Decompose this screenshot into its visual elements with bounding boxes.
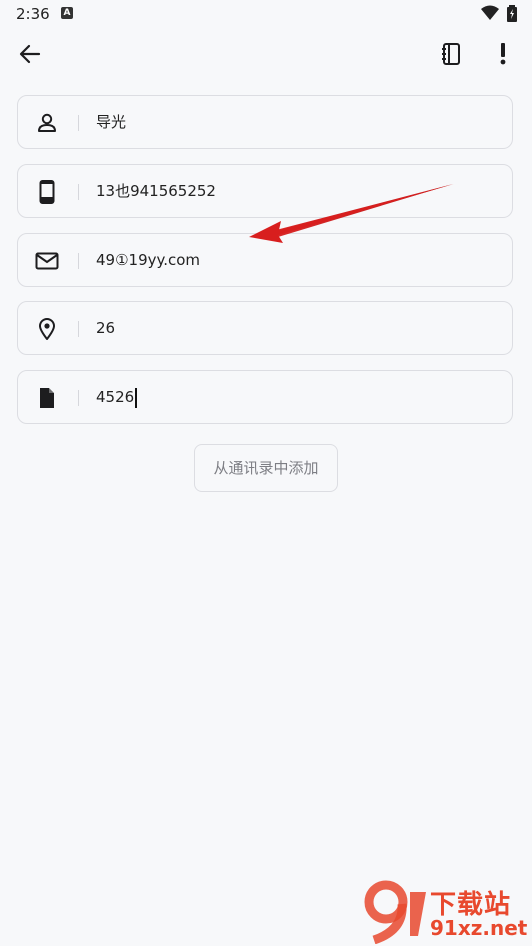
phone-field[interactable]: 13也941565252 [17,164,513,218]
field-divider [78,184,79,200]
add-from-contacts-button[interactable]: 从通讯录中添加 [194,444,338,492]
note-value[interactable]: 4526 [96,371,138,423]
contacts-book-button[interactable] [436,40,466,68]
person-icon [34,110,60,136]
watermark-logo: 下载站 91xz.net [360,878,530,944]
info-button[interactable] [490,40,516,68]
field-divider [78,321,79,337]
text-caret [135,387,138,408]
note-field[interactable]: 4526 [17,370,513,424]
battery-icon [507,5,517,26]
email-field[interactable]: 49①19yy.com [17,233,513,287]
nine-logo-icon [364,880,426,944]
field-divider [78,253,79,269]
keyboard-badge: A [61,7,73,19]
location-pin-icon [34,316,60,342]
status-bar: 2:36 A [0,0,532,28]
address-value[interactable]: 26 [96,302,115,354]
exclamation-icon [500,43,506,65]
status-time: 2:36 [16,5,50,23]
address-field[interactable]: 26 [17,301,513,355]
wifi-icon [481,5,499,25]
back-button[interactable] [14,40,46,68]
name-value[interactable]: 导光 [96,96,126,148]
mail-icon [34,248,60,274]
watermark-domain: 91xz.net [430,916,528,940]
app-bar [0,28,532,80]
field-divider [78,115,79,131]
arrow-left-icon [19,44,41,64]
contact-book-icon [442,43,460,65]
phone-value[interactable]: 13也941565252 [96,165,216,217]
note-text: 4526 [96,388,135,406]
field-divider [78,390,79,406]
name-field[interactable]: 导光 [17,95,513,149]
phone-icon [34,179,60,205]
email-value[interactable]: 49①19yy.com [96,234,200,286]
document-icon [34,385,60,411]
